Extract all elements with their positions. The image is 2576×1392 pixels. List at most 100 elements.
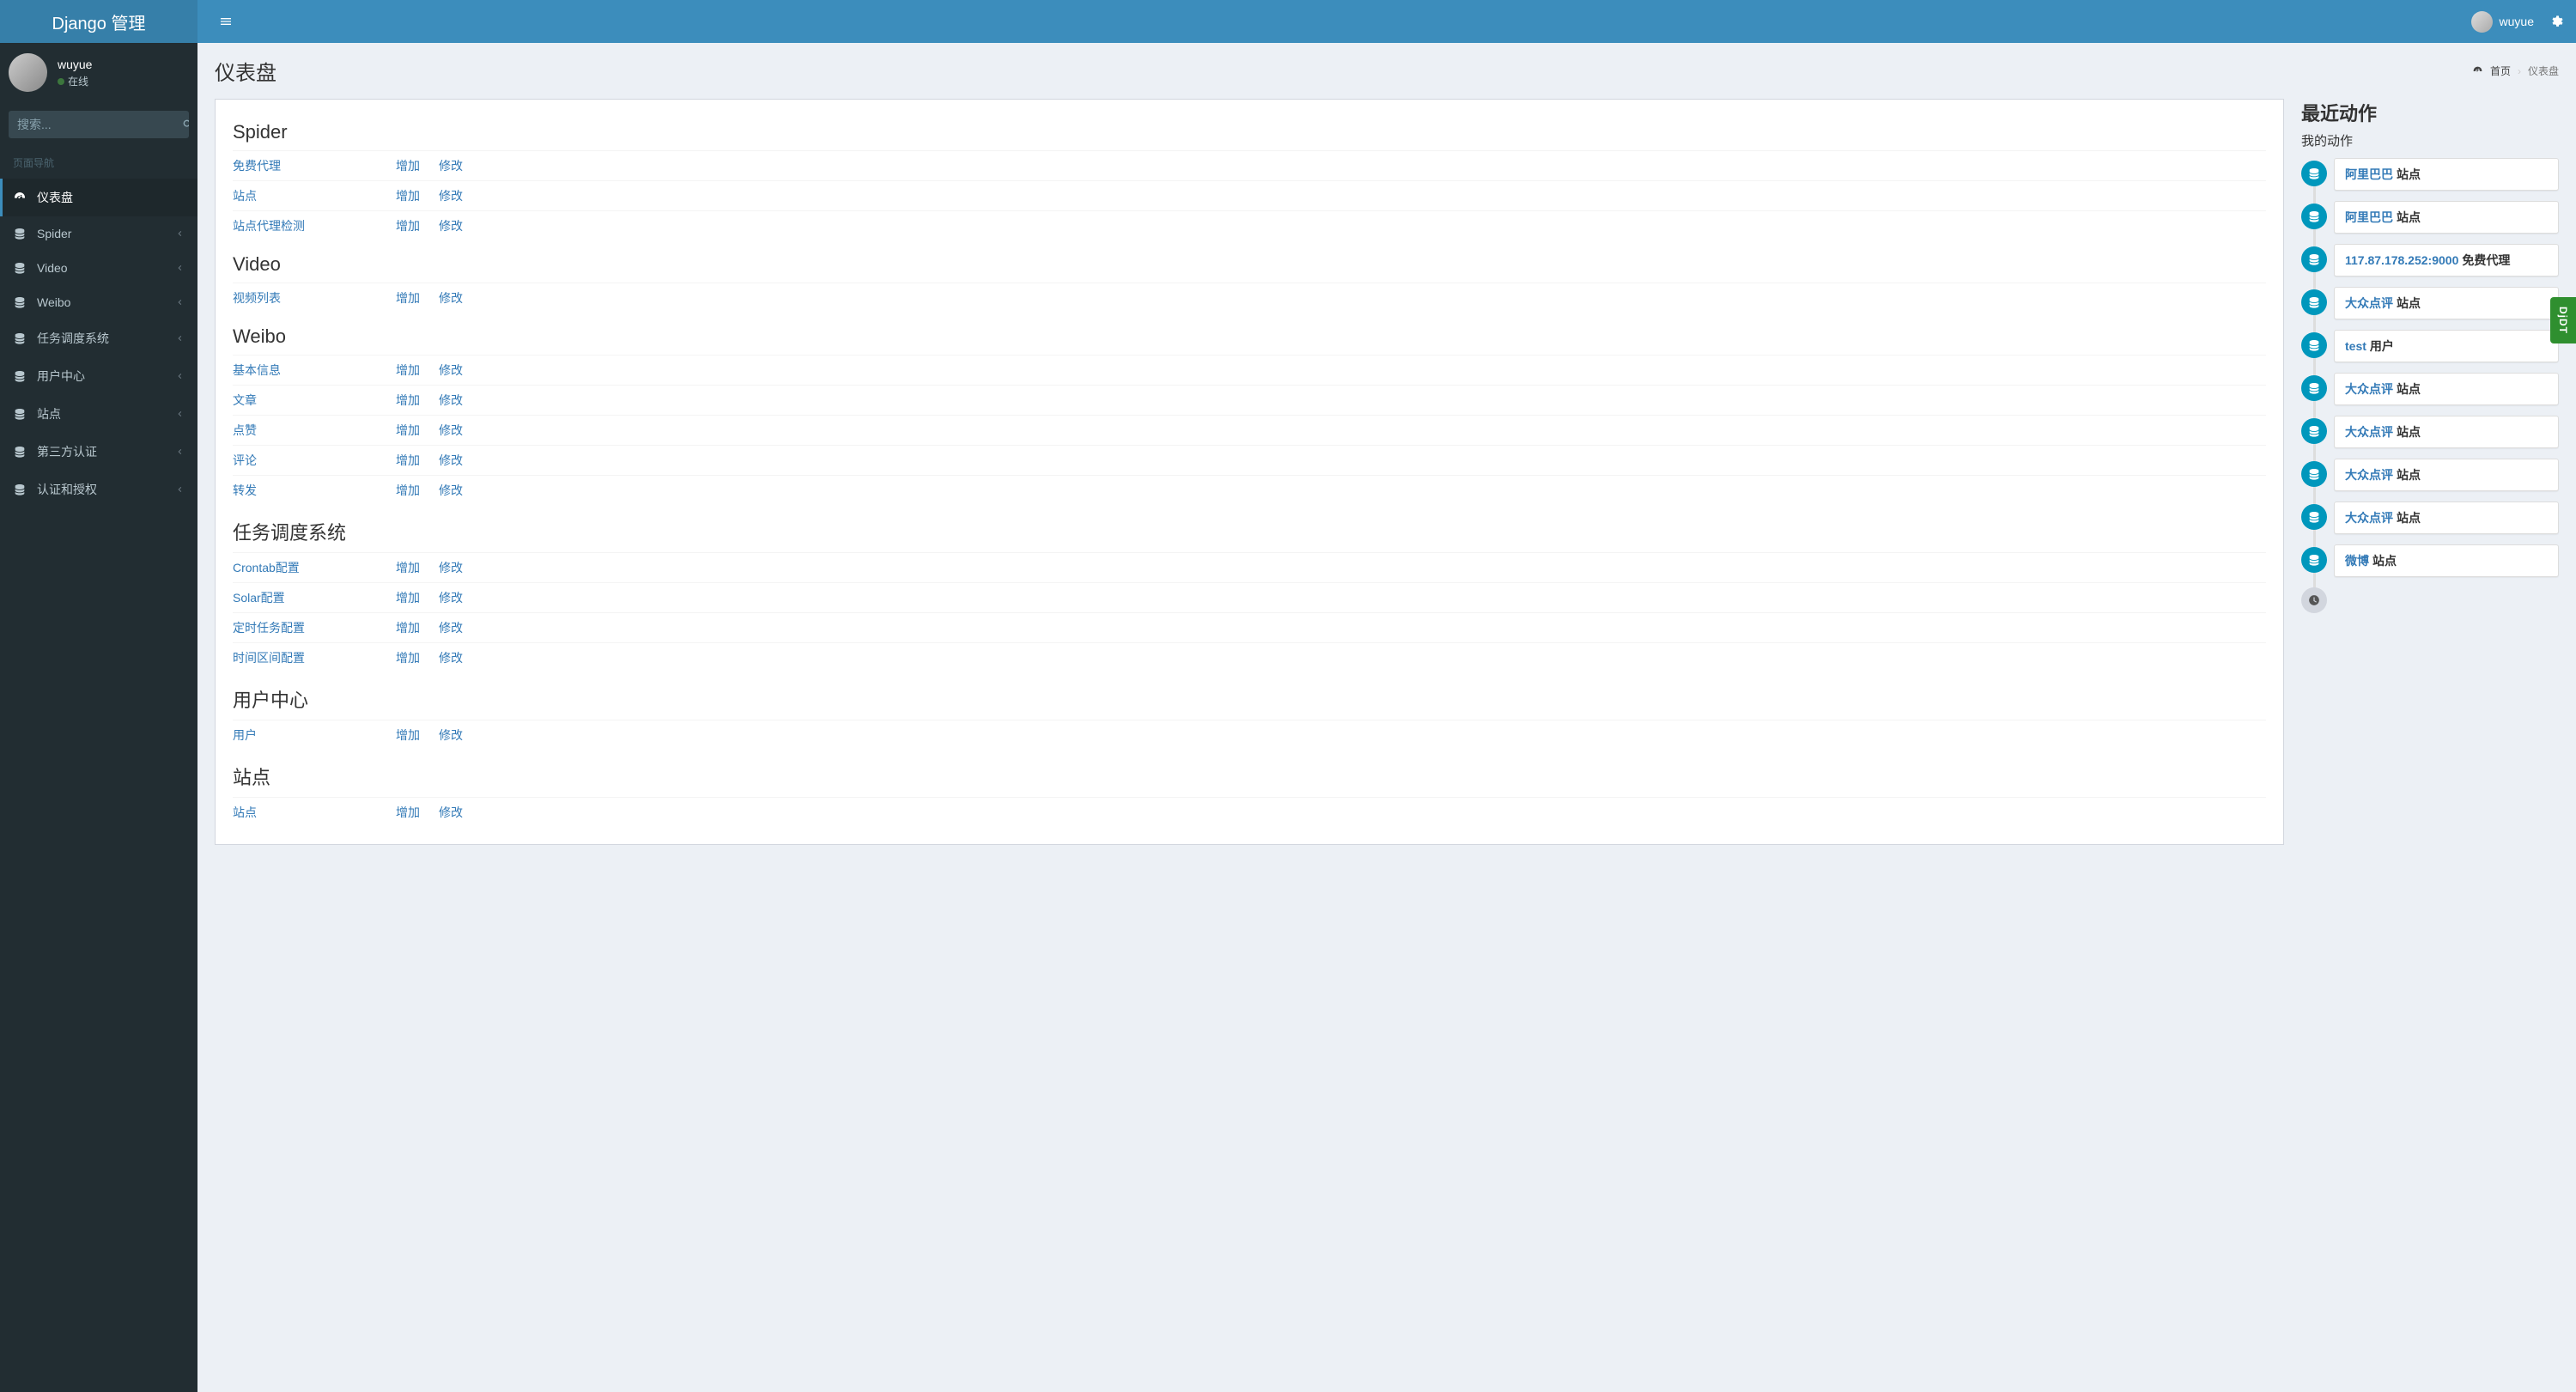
sidebar-item-仪表盘[interactable]: 仪表盘	[0, 179, 197, 216]
chevron-left-icon	[174, 263, 185, 273]
dashboard-icon	[13, 191, 30, 204]
model-change-link[interactable]: 修改	[439, 187, 463, 204]
model-link[interactable]: 用户	[233, 726, 396, 744]
recent-subtitle: 我的动作	[2301, 131, 2559, 149]
timeline-link[interactable]: test	[2345, 339, 2366, 353]
model-add-link[interactable]: 增加	[396, 649, 420, 666]
model-link[interactable]: 文章	[233, 392, 396, 409]
database-icon	[13, 483, 30, 496]
model-change-link[interactable]: 修改	[439, 589, 463, 606]
model-add-link[interactable]: 增加	[396, 726, 420, 744]
timeline-box[interactable]: 阿里巴巴站点	[2334, 158, 2559, 191]
sidebar-item-任务调度系统[interactable]: 任务调度系统	[0, 319, 197, 357]
sidebar-item-第三方认证[interactable]: 第三方认证	[0, 433, 197, 471]
model-link[interactable]: 站点	[233, 187, 396, 204]
model-change-link[interactable]: 修改	[439, 482, 463, 499]
model-add-link[interactable]: 增加	[396, 452, 420, 469]
timeline-link[interactable]: 大众点评	[2345, 468, 2393, 482]
timeline-type: 用户	[2370, 339, 2394, 353]
sidebar-item-站点[interactable]: 站点	[0, 395, 197, 433]
model-link[interactable]: 免费代理	[233, 157, 396, 174]
database-icon	[2301, 418, 2327, 444]
model-link[interactable]: Crontab配置	[233, 559, 396, 576]
model-change-link[interactable]: 修改	[439, 289, 463, 307]
model-link[interactable]: 视频列表	[233, 289, 396, 307]
model-add-link[interactable]: 增加	[396, 362, 420, 379]
model-change-link[interactable]: 修改	[439, 649, 463, 666]
timeline-link[interactable]: 阿里巴巴	[2345, 210, 2393, 224]
model-add-link[interactable]: 增加	[396, 804, 420, 821]
model-row: 站点增加 修改	[233, 797, 2266, 827]
timeline-type: 免费代理	[2462, 253, 2510, 267]
model-change-link[interactable]: 修改	[439, 619, 463, 636]
timeline-box[interactable]: 大众点评站点	[2334, 287, 2559, 319]
database-icon	[13, 261, 30, 275]
search-button[interactable]	[181, 111, 189, 138]
model-change-link[interactable]: 修改	[439, 392, 463, 409]
model-link[interactable]: 定时任务配置	[233, 619, 396, 636]
breadcrumb-current: 仪表盘	[2528, 64, 2559, 78]
model-change-link[interactable]: 修改	[439, 726, 463, 744]
model-add-link[interactable]: 增加	[396, 482, 420, 499]
timeline-box[interactable]: 大众点评站点	[2334, 501, 2559, 534]
model-add-link[interactable]: 增加	[396, 559, 420, 576]
model-link[interactable]: 基本信息	[233, 362, 396, 379]
model-link[interactable]: 时间区间配置	[233, 649, 396, 666]
model-add-link[interactable]: 增加	[396, 619, 420, 636]
model-link[interactable]: 站点代理检测	[233, 217, 396, 234]
timeline-link[interactable]: 大众点评	[2345, 296, 2393, 310]
model-add-link[interactable]: 增加	[396, 217, 420, 234]
timeline-box[interactable]: 大众点评站点	[2334, 373, 2559, 405]
recent-actions-panel: 最近动作 我的动作 阿里巴巴站点阿里巴巴站点117.87.178.252:900…	[2301, 99, 2559, 613]
model-add-link[interactable]: 增加	[396, 422, 420, 439]
navbar-settings[interactable]	[2549, 15, 2563, 28]
model-add-link[interactable]: 增加	[396, 392, 420, 409]
timeline-box[interactable]: 微博站点	[2334, 544, 2559, 577]
model-link[interactable]: 评论	[233, 452, 396, 469]
timeline-link[interactable]: 大众点评	[2345, 425, 2393, 439]
timeline-link[interactable]: 117.87.178.252:9000	[2345, 253, 2458, 267]
model-add-link[interactable]: 增加	[396, 157, 420, 174]
model-add-link[interactable]: 增加	[396, 187, 420, 204]
model-change-link[interactable]: 修改	[439, 804, 463, 821]
sidebar-item-weibo[interactable]: Weibo	[0, 285, 197, 319]
model-change-link[interactable]: 修改	[439, 422, 463, 439]
timeline-box[interactable]: 大众点评站点	[2334, 459, 2559, 491]
model-change-link[interactable]: 修改	[439, 559, 463, 576]
timeline-box[interactable]: 117.87.178.252:9000 免费代理	[2334, 244, 2559, 277]
breadcrumb-home[interactable]: 首页	[2490, 64, 2511, 78]
model-link[interactable]: Solar配置	[233, 589, 396, 606]
timeline-link[interactable]: 微博	[2345, 554, 2369, 568]
model-change-link[interactable]: 修改	[439, 452, 463, 469]
sidebar-item-认证和授权[interactable]: 认证和授权	[0, 471, 197, 508]
navbar-user[interactable]: wuyue	[2471, 11, 2534, 33]
model-change-link[interactable]: 修改	[439, 362, 463, 379]
model-add-link[interactable]: 增加	[396, 589, 420, 606]
model-add-link[interactable]: 增加	[396, 289, 420, 307]
search-input[interactable]	[9, 111, 181, 138]
sidebar-item-spider[interactable]: Spider	[0, 216, 197, 251]
timeline-box[interactable]: test 用户	[2334, 330, 2559, 362]
timeline-link[interactable]: 大众点评	[2345, 511, 2393, 525]
sidebar-toggle[interactable]	[210, 10, 241, 33]
model-change-link[interactable]: 修改	[439, 157, 463, 174]
timeline-box[interactable]: 大众点评站点	[2334, 416, 2559, 448]
app-section-title: 任务调度系统	[233, 518, 2266, 545]
timeline-link[interactable]: 大众点评	[2345, 382, 2393, 396]
sidebar-item-video[interactable]: Video	[0, 251, 197, 285]
brand-logo[interactable]: Django 管理	[0, 0, 197, 43]
model-link[interactable]: 转发	[233, 482, 396, 499]
page-title: 仪表盘	[215, 56, 276, 86]
timeline-type: 站点	[2372, 554, 2397, 568]
model-link[interactable]: 点赞	[233, 422, 396, 439]
sidebar-search	[0, 102, 197, 147]
timeline-link[interactable]: 阿里巴巴	[2345, 167, 2393, 181]
chevron-left-icon	[174, 409, 185, 419]
sidebar-menu: 仪表盘SpiderVideo Weibo 任务调度系统用户中心站点第三方认证认证和授…	[0, 179, 197, 508]
model-change-link[interactable]: 修改	[439, 217, 463, 234]
sidebar-item-label: Weibo	[37, 295, 174, 309]
sidebar-item-用户中心[interactable]: 用户中心	[0, 357, 197, 395]
django-debug-toolbar-handle[interactable]: DjDT	[2550, 297, 2576, 343]
timeline-box[interactable]: 阿里巴巴站点	[2334, 201, 2559, 234]
model-link[interactable]: 站点	[233, 804, 396, 821]
